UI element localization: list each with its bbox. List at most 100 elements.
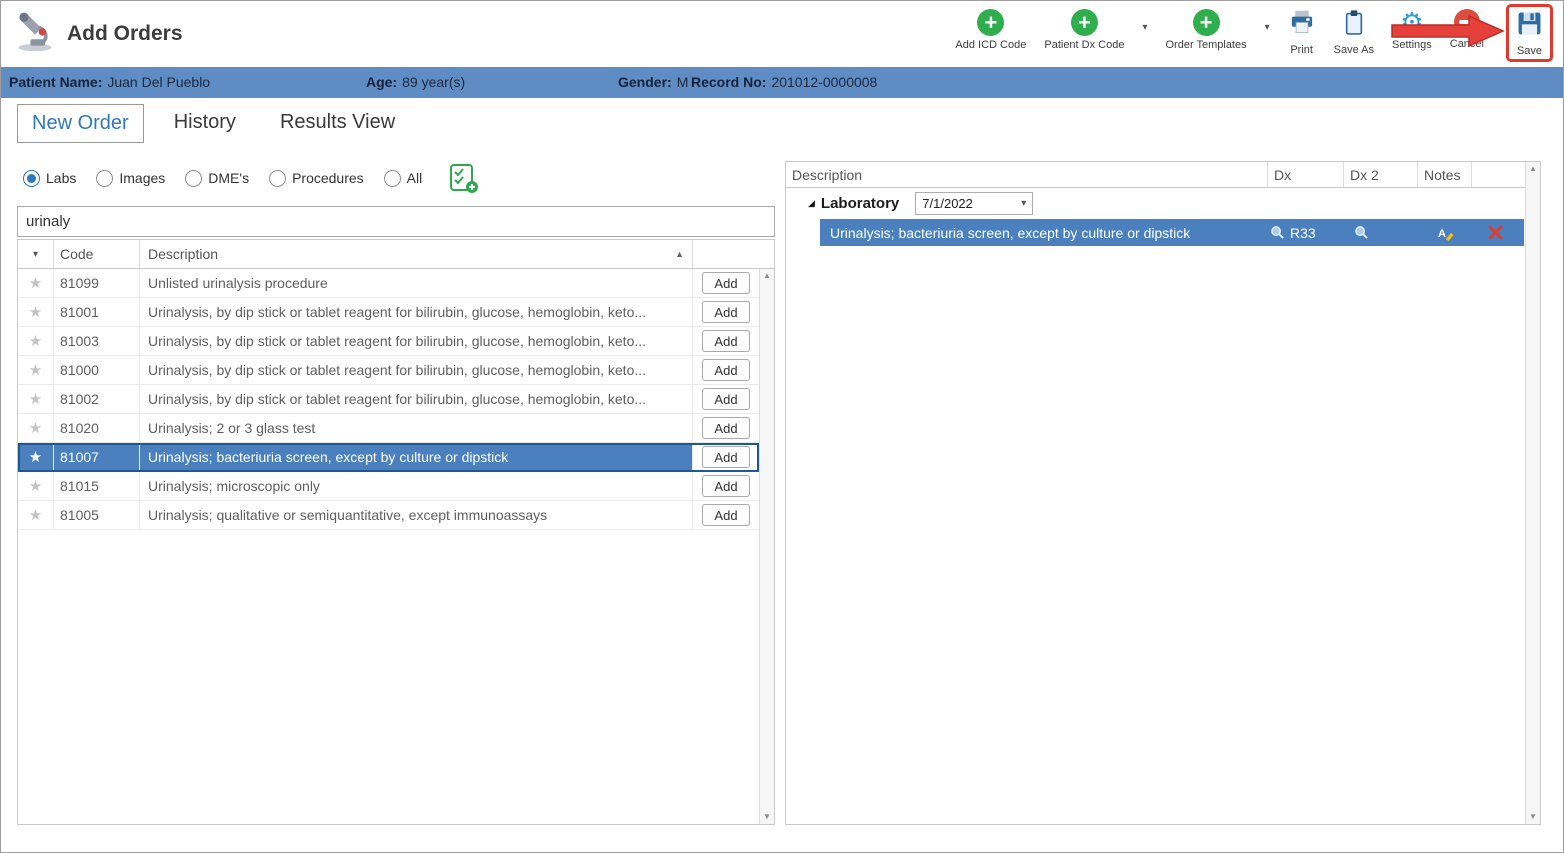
add-orders-window: Add Orders + Add ICD Code + Patient Dx C… (0, 0, 1564, 853)
order-search-panel: Labs Images DME's Procedures All urinaly… (17, 161, 775, 825)
add-button[interactable]: Add (702, 330, 750, 352)
add-button[interactable]: Add (702, 359, 750, 381)
toolbar: + Add ICD Code + Patient Dx Code ▾ + Ord… (955, 4, 1553, 62)
patient-dx-code-button[interactable]: + Patient Dx Code (1044, 4, 1124, 51)
checklist-icon (450, 164, 479, 193)
scroll-up-icon[interactable]: ▲ (1529, 165, 1537, 173)
code-row[interactable]: ★ 81099 Unlisted urinalysis procedure Ad… (18, 269, 759, 298)
dx-magnifier-icon (1271, 226, 1284, 239)
radio-labs[interactable]: Labs (23, 169, 76, 187)
favorite-star-icon[interactable]: ★ (18, 443, 54, 471)
scroll-down-icon[interactable]: ▼ (763, 813, 771, 821)
orders-blank-header (1471, 162, 1525, 187)
save-as-button[interactable]: Save As (1334, 4, 1374, 56)
radio-procedures-icon (269, 169, 287, 187)
code-row[interactable]: ★ 81002 Urinalysis, by dip stick or tabl… (18, 385, 759, 414)
orders-scrollbar[interactable]: ▲ ▼ (1525, 162, 1540, 824)
radio-labs-icon (23, 169, 40, 187)
patient-dx-plus-icon: + (1070, 9, 1098, 36)
favorite-star-icon[interactable]: ★ (18, 472, 54, 500)
code-column-header[interactable]: Code (54, 240, 140, 268)
category-filter-row: Labs Images DME's Procedures All (23, 163, 479, 193)
codes-grid-header: ▾ Code Description ▲ (18, 240, 774, 269)
tab-history[interactable]: History (160, 104, 250, 141)
add-button[interactable]: Add (702, 301, 750, 323)
gear-icon: ⚙ (1400, 7, 1424, 37)
save-button[interactable]: Save (1506, 4, 1553, 62)
favorite-star-icon[interactable]: ★ (18, 356, 54, 384)
selected-orders-panel: Description Dx Dx 2 Notes ◢ Laboratory 7… (785, 161, 1541, 825)
code-row[interactable]: ★ 81015 Urinalysis; microscopic only Add (18, 472, 759, 501)
add-button[interactable]: Add (702, 475, 750, 497)
add-button[interactable]: Add (702, 388, 750, 410)
order-set-button[interactable] (448, 163, 479, 193)
add-button[interactable]: Add (702, 504, 750, 526)
code-row[interactable]: ★ 81000 Urinalysis, by dip stick or tabl… (18, 356, 759, 385)
code-row[interactable]: ★ 81020 Urinalysis; 2 or 3 glass test Ad… (18, 414, 759, 443)
favorite-star-icon[interactable]: ★ (18, 269, 54, 297)
radio-all[interactable]: All (383, 169, 422, 187)
patient-name: Patient Name: Juan Del Pueblo (9, 74, 211, 90)
favorite-filter-header[interactable]: ▾ (18, 240, 54, 268)
group-expander-icon[interactable]: ◢ (808, 198, 815, 209)
radio-dmes-icon (185, 169, 203, 187)
code-row[interactable]: ★ 81003 Urinalysis, by dip stick or tabl… (18, 327, 759, 356)
favorite-star-icon[interactable]: ★ (18, 501, 54, 529)
settings-button[interactable]: ⚙ Settings (1392, 4, 1432, 52)
add-button[interactable]: Add (702, 446, 750, 468)
code-row[interactable]: ★ 81005 Urinalysis; qualitative or semiq… (18, 501, 759, 530)
order-templates-button[interactable]: + Order Templates (1166, 4, 1247, 51)
header-pad (759, 240, 774, 268)
order-date-picker[interactable]: 7/1/2022 ▾ (915, 191, 1034, 215)
code-row-selected[interactable]: ★ 81007 Urinalysis; bacteriuria screen, … (18, 443, 759, 472)
orders-header: Description Dx Dx 2 Notes (786, 162, 1525, 188)
code-row[interactable]: ★ 81001 Urinalysis, by dip stick or tabl… (18, 298, 759, 327)
dx-lookup[interactable]: R33 (1270, 219, 1316, 246)
cancel-icon (1453, 9, 1480, 35)
sort-ascending-icon: ▲ (675, 249, 684, 259)
printer-icon (1288, 9, 1316, 41)
dx2-magnifier-icon (1355, 226, 1368, 239)
tab-new-order[interactable]: New Order (17, 104, 144, 143)
description-column-header[interactable]: Description ▲ (140, 240, 693, 268)
favorite-star-icon[interactable]: ★ (18, 385, 54, 413)
search-input[interactable] (17, 206, 775, 237)
orders-description-header: Description (792, 166, 863, 183)
radio-dmes[interactable]: DME's (185, 169, 249, 187)
floppy-disk-icon (1516, 10, 1543, 42)
cancel-button[interactable]: Cancel (1450, 4, 1484, 50)
radio-all-icon (383, 169, 401, 187)
delete-order-button[interactable] (1488, 219, 1503, 246)
selected-order-row[interactable]: Urinalysis; bacteriuria screen, except b… (820, 219, 1524, 246)
svg-text:A: A (1438, 228, 1446, 240)
clipboard-icon (1341, 9, 1367, 41)
scroll-up-icon[interactable]: ▲ (763, 272, 771, 280)
orders-dx2-header: Dx 2 (1343, 162, 1417, 187)
codes-scrollbar[interactable]: ▲ ▼ (759, 269, 774, 824)
patient-dx-dropdown-icon[interactable]: ▾ (1142, 4, 1147, 33)
order-templates-dropdown-icon[interactable]: ▾ (1265, 4, 1270, 33)
orders-dx-header: Dx (1267, 162, 1343, 187)
filter-caret-icon: ▾ (32, 248, 39, 260)
patient-record-no: Record No: 201012-0000008 (691, 74, 878, 90)
date-caret-icon: ▾ (1021, 197, 1027, 209)
codes-grid-body: ★ 81099 Unlisted urinalysis procedure Ad… (18, 269, 759, 824)
dx2-lookup[interactable] (1354, 219, 1369, 246)
edit-notes-icon: A (1438, 228, 1454, 241)
scroll-down-icon[interactable]: ▼ (1529, 813, 1537, 821)
radio-images-icon (96, 169, 114, 187)
favorite-star-icon[interactable]: ★ (18, 327, 54, 355)
favorite-star-icon[interactable]: ★ (18, 298, 54, 326)
add-icd-code-button[interactable]: + Add ICD Code (955, 4, 1026, 51)
radio-images[interactable]: Images (96, 169, 165, 187)
radio-procedures[interactable]: Procedures (269, 169, 364, 187)
add-column-header (693, 240, 759, 268)
print-button[interactable]: Print (1288, 4, 1316, 56)
microscope-icon (13, 9, 57, 58)
edit-notes-button[interactable]: A (1438, 219, 1454, 246)
tab-results-view[interactable]: Results View (266, 104, 409, 141)
add-button[interactable]: Add (702, 272, 750, 294)
add-button[interactable]: Add (702, 417, 750, 439)
brand: Add Orders (13, 9, 183, 58)
favorite-star-icon[interactable]: ★ (18, 414, 54, 442)
